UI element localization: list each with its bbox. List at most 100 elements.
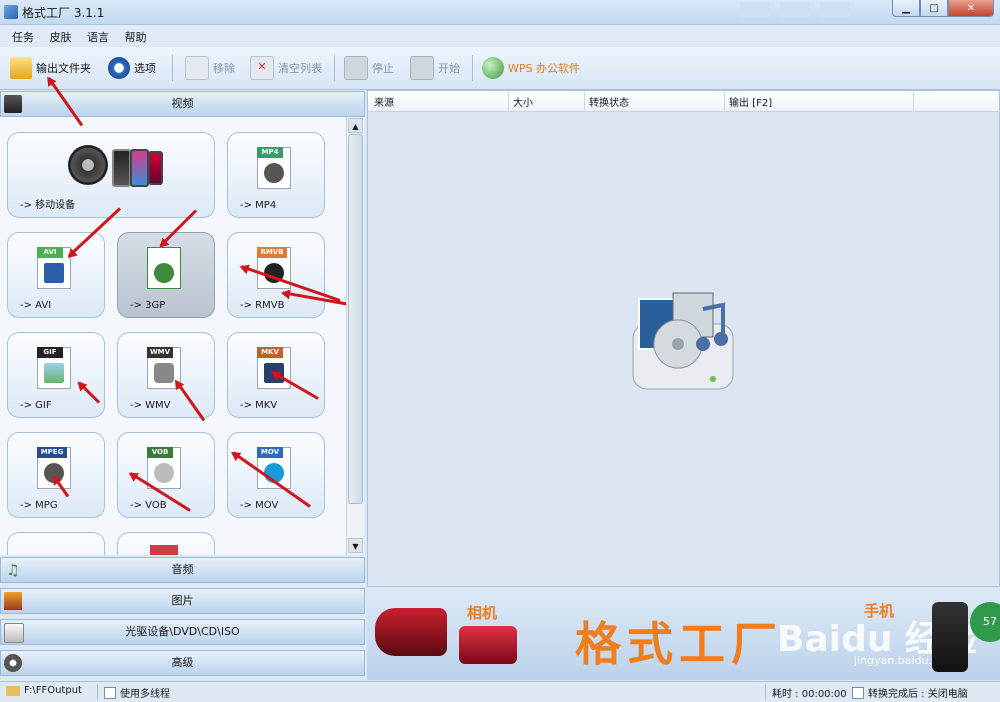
- format-factory-logo: [632, 292, 734, 390]
- status-separator: [765, 684, 766, 700]
- format-label: -> GIF: [20, 400, 52, 411]
- phone-icon: [112, 149, 131, 187]
- film-icon: [4, 95, 22, 113]
- mkv-tag: MKV: [257, 347, 283, 358]
- folder-small-icon: [6, 685, 20, 696]
- clear-list-button[interactable]: ✕ 清空列表: [250, 56, 322, 80]
- wps-label: WPS 办公软件: [508, 62, 580, 75]
- multithread-checkbox[interactable]: 使用多线程: [104, 685, 170, 700]
- rmvb-tag: RMVB: [257, 247, 287, 258]
- column-status[interactable]: 转换状态: [589, 94, 629, 109]
- format-label: -> MOV: [240, 500, 279, 511]
- category-disc[interactable]: 光驱设备\DVD\CD\ISO: [0, 619, 365, 645]
- column-output[interactable]: 输出 [F2]: [729, 94, 772, 109]
- phone-icon: [148, 151, 163, 185]
- maximize-button[interactable]: □: [920, 0, 948, 17]
- column-separator: [913, 91, 914, 111]
- vob-tag: VOB: [147, 447, 173, 458]
- gif-tag: GIF: [37, 347, 63, 358]
- format-gif[interactable]: GIF -> GIF: [7, 332, 105, 418]
- format-avi[interactable]: AVI -> AVI: [7, 232, 105, 318]
- mpeg-tag: MPEG: [37, 447, 67, 458]
- wps-button[interactable]: WPS 办公软件: [482, 56, 580, 80]
- 3gp-file-icon: [147, 247, 181, 289]
- task-list[interactable]: 来源 大小 转换状态 输出 [F2]: [367, 90, 1000, 587]
- column-separator: [584, 91, 585, 111]
- title-bar: 格式工厂 3.1.1 ▁ □ ✕: [0, 0, 1000, 25]
- format-label: -> 3GP: [130, 300, 166, 311]
- start-icon: [410, 56, 434, 80]
- category-picture[interactable]: 图片: [0, 588, 365, 614]
- options-button[interactable]: 选项: [108, 56, 156, 80]
- scroll-up-button[interactable]: ▲: [348, 118, 363, 133]
- options-label: 选项: [134, 62, 156, 75]
- mobile-devices-icon: [68, 145, 108, 185]
- partial-file-icon: [150, 545, 178, 555]
- phone-icon: [130, 149, 149, 187]
- stop-button[interactable]: 停止: [344, 56, 394, 80]
- format-label: -> MP4: [240, 200, 277, 211]
- gear-icon: [108, 57, 130, 79]
- camera-icon: [459, 626, 517, 664]
- task-list-header: 来源 大小 转换状态 输出 [F2]: [368, 91, 999, 112]
- category-advanced-label: 高级: [171, 656, 194, 669]
- toolbar: 输出文件夹 选项 移除 ✕ 清空列表 停止 开始 WPS 办公软件: [0, 47, 1000, 90]
- close-button[interactable]: ✕: [948, 0, 994, 17]
- column-separator: [724, 91, 725, 111]
- menu-task[interactable]: 任务: [12, 29, 34, 45]
- gif-file-icon: GIF: [37, 347, 71, 389]
- avi-tag: AVI: [37, 247, 63, 258]
- column-source[interactable]: 来源: [374, 94, 394, 109]
- format-label: -> WMV: [130, 400, 171, 411]
- wmv-tag: WMV: [147, 347, 173, 358]
- after-convert-label: 转换完成后 : 关闭电脑: [868, 689, 968, 700]
- format-label: -> MKV: [240, 400, 278, 411]
- multithread-label: 使用多线程: [120, 689, 170, 700]
- scroll-thumb[interactable]: [348, 134, 363, 504]
- format-grid-scrollbar[interactable]: ▲ ▼: [346, 117, 364, 555]
- after-convert-check[interactable]: [852, 686, 864, 699]
- picture-icon: [4, 592, 22, 610]
- format-label: -> MPG: [20, 500, 58, 511]
- remove-label: 移除: [213, 62, 235, 75]
- category-video[interactable]: 视频: [0, 91, 365, 117]
- toolbar-separator: [334, 55, 335, 81]
- promo-banner[interactable]: 相机 格式工厂 Baidu 经验 jingyan.baidu.com 手机 57: [367, 588, 1000, 680]
- after-convert-checkbox[interactable]: 转换完成后 : 关闭电脑: [852, 685, 968, 700]
- vob-file-icon: VOB: [147, 447, 181, 489]
- format-wmv[interactable]: WMV -> WMV: [117, 332, 215, 418]
- output-path[interactable]: F:\FFOutput: [6, 685, 82, 696]
- category-audio[interactable]: ♫ 音频: [0, 557, 365, 583]
- format-rmvb[interactable]: RMVB -> RMVB: [227, 232, 325, 318]
- format-tile-partial[interactable]: [7, 532, 105, 555]
- scroll-down-button[interactable]: ▼: [348, 538, 363, 553]
- start-button[interactable]: 开始: [410, 56, 460, 80]
- format-label: -> RMVB: [240, 300, 285, 311]
- category-video-label: 视频: [171, 97, 194, 110]
- music-note-icon: ♫: [6, 561, 20, 579]
- advanced-gear-icon: [4, 654, 22, 672]
- status-bar: F:\FFOutput 使用多线程 耗时 : 00:00:00 转换完成后 : …: [0, 681, 1000, 702]
- multithread-check[interactable]: [104, 686, 116, 699]
- format-mp4[interactable]: MP4 -> MP4: [227, 132, 325, 218]
- category-advanced[interactable]: 高级: [0, 650, 365, 676]
- column-size[interactable]: 大小: [513, 94, 533, 109]
- camera-label: 相机: [467, 604, 498, 622]
- folder-icon: [10, 57, 32, 79]
- window-title: 格式工厂 3.1.1: [22, 6, 105, 20]
- minimize-button[interactable]: ▁: [892, 0, 920, 17]
- format-mobile-device[interactable]: -> 移动设备: [7, 132, 215, 218]
- elapsed-time: 耗时 : 00:00:00: [772, 685, 847, 700]
- category-picture-label: 图片: [171, 594, 194, 607]
- stop-label: 停止: [372, 62, 394, 75]
- stop-icon: [344, 56, 368, 80]
- category-audio-label: 音频: [171, 563, 194, 576]
- mov-tag: MOV: [257, 447, 283, 458]
- output-path-label: F:\FFOutput: [24, 685, 82, 696]
- format-tile-partial[interactable]: [117, 532, 215, 555]
- menu-skin[interactable]: 皮肤: [50, 29, 72, 45]
- phone-label: 手机: [864, 602, 895, 620]
- menu-language[interactable]: 语言: [87, 29, 109, 45]
- remove-button[interactable]: 移除: [185, 56, 235, 80]
- menu-help[interactable]: 帮助: [125, 29, 147, 45]
